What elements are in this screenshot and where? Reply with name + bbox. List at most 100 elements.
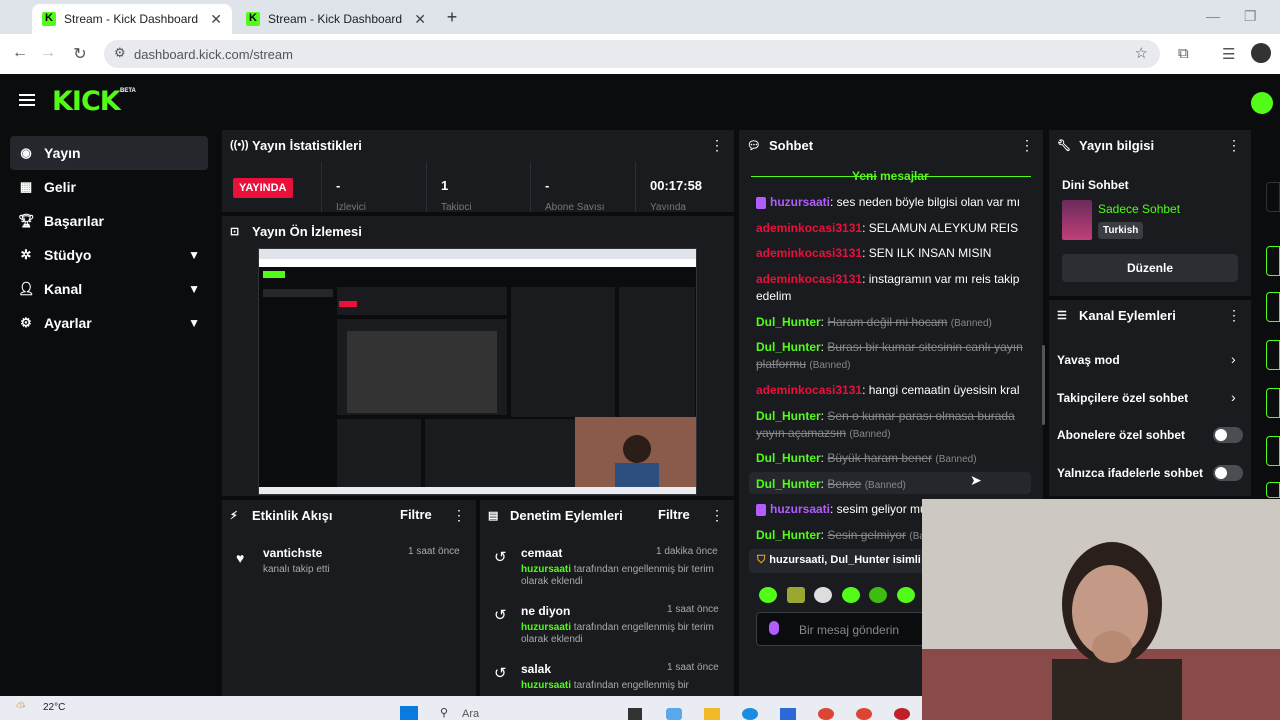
chevron-right-icon[interactable]: ›: [1231, 389, 1236, 405]
kick-header: KICK BETA: [0, 74, 1280, 126]
user-icon: 👤︎: [18, 281, 35, 296]
mic-badge-icon: [756, 503, 766, 516]
undo-icon[interactable]: ↺: [494, 664, 507, 682]
minimize-icon[interactable]: —: [1206, 8, 1220, 24]
chevron-down-icon[interactable]: ▼: [188, 282, 200, 296]
sidebar-item-label: Yayın: [44, 145, 81, 161]
sidebar-item-kanal[interactable]: 👤︎ Kanal ▼: [10, 272, 208, 306]
windows-start-icon[interactable]: [400, 706, 418, 720]
chevron-down-icon[interactable]: ▼: [188, 316, 200, 330]
edge-icon[interactable]: [742, 708, 758, 720]
sidebar: ◉ Yayın ▦ Gelir 🏆︎ Başarılar ✲ Stüdyo ▼ …: [0, 126, 218, 696]
more-options-icon[interactable]: ⋮: [1227, 137, 1241, 154]
side-toolbar-button[interactable]: [1266, 246, 1280, 276]
chrome-icon[interactable]: [818, 708, 834, 720]
back-icon[interactable]: ←: [10, 44, 30, 62]
site-info-icon[interactable]: ⚙: [114, 45, 126, 61]
reload-icon[interactable]: ↻: [70, 44, 90, 64]
side-toolbar-button[interactable]: [1266, 436, 1280, 466]
chat-scrollbar[interactable]: [1042, 345, 1045, 425]
emotes-only-toggle[interactable]: [1213, 465, 1243, 481]
undo-icon[interactable]: ↺: [494, 606, 507, 624]
restore-icon[interactable]: ❐: [1244, 8, 1257, 25]
more-options-icon[interactable]: ⋮: [1227, 307, 1241, 324]
more-options-icon[interactable]: ⋮: [452, 507, 466, 524]
app-icon[interactable]: [894, 708, 910, 720]
mod-time: 1 dakika önce: [656, 546, 718, 557]
stream-info-title: Yayın bilgisi: [1079, 137, 1155, 153]
kick-logo[interactable]: KICK: [52, 86, 121, 117]
extensions-icon[interactable]: ⧉: [1178, 45, 1189, 62]
activity-filter-button[interactable]: Filtre: [400, 507, 432, 522]
uptime-value: 00:17:58: [650, 178, 703, 193]
reading-list-icon[interactable]: ☰: [1222, 45, 1235, 63]
browser-tab-1[interactable]: Stream - Kick Dashboard ✕: [32, 4, 232, 34]
chevron-down-icon[interactable]: ▼: [188, 248, 200, 262]
user-avatar[interactable]: [1251, 92, 1273, 114]
store-icon[interactable]: [780, 708, 796, 720]
chat-input[interactable]: Bir mesaj gönderin: [756, 612, 926, 646]
undo-icon[interactable]: ↺: [494, 548, 507, 566]
sidebar-item-basarilar[interactable]: 🏆︎ Başarılar: [10, 204, 208, 238]
url-bar[interactable]: ⚙ dashboard.kick.com/stream ☆: [104, 40, 1160, 68]
bookmark-star-icon[interactable]: ☆: [1135, 44, 1148, 62]
side-toolbar-button[interactable]: [1266, 388, 1280, 418]
new-tab-button[interactable]: +: [441, 7, 463, 29]
emote-icon[interactable]: [759, 587, 777, 603]
chat-message: ademinkocasi3131: hangi cemaatin üyesisi…: [756, 383, 1020, 397]
moderation-panel: ▤ Denetim Eylemleri Filtre ⋮ ↺ cemaat 1 …: [480, 500, 734, 696]
close-tab-icon[interactable]: ✕: [414, 11, 426, 28]
hamburger-menu-icon[interactable]: [19, 94, 35, 106]
sidebar-item-yayin[interactable]: ◉ Yayın: [10, 136, 208, 170]
subscribers-only-toggle[interactable]: [1213, 427, 1243, 443]
divider: [426, 162, 427, 212]
mic-badge-icon: [756, 196, 766, 209]
emote-icon[interactable]: [842, 587, 860, 603]
sidebar-item-gelir[interactable]: ▦ Gelir: [10, 170, 208, 204]
more-options-icon[interactable]: ⋮: [710, 507, 724, 524]
side-toolbar-button[interactable]: [1266, 292, 1280, 322]
emote-icon[interactable]: [897, 587, 915, 603]
copilot-icon[interactable]: [666, 708, 682, 720]
emote-icon[interactable]: [869, 587, 887, 603]
taskbar-search[interactable]: Ara: [462, 708, 479, 720]
sidebar-item-ayarlar[interactable]: ⚙ Ayarlar ▼: [10, 306, 208, 340]
folder-icon[interactable]: [704, 708, 720, 720]
activity-user[interactable]: vantichste: [263, 546, 322, 560]
slow-mode-label[interactable]: Yavaş mod: [1057, 353, 1120, 367]
activity-title: Etkinlik Akışı: [252, 507, 333, 523]
side-toolbar-button[interactable]: [1266, 340, 1280, 370]
taskview-icon[interactable]: [628, 708, 642, 720]
profile-avatar[interactable]: [1251, 43, 1271, 63]
more-options-icon[interactable]: ⋮: [710, 137, 724, 154]
emote-icon[interactable]: [814, 587, 832, 603]
sidebar-item-label: Kanal: [44, 281, 83, 297]
forward-icon[interactable]: →: [38, 44, 58, 62]
wrench-icon: 🔧︎: [1057, 139, 1071, 152]
search-icon[interactable]: ⚲: [440, 706, 448, 719]
mod-word: ne diyon: [521, 604, 571, 618]
sidebar-item-label: Başarılar: [44, 213, 104, 229]
mic-badge-icon: [769, 621, 779, 635]
chrome-icon[interactable]: [856, 708, 872, 720]
mod-desc: huzursaati tarafından engellenmiş bir te…: [521, 564, 714, 587]
more-options-icon[interactable]: ⋮: [1020, 137, 1034, 154]
side-toolbar-button[interactable]: [1266, 182, 1280, 212]
side-toolbar-button[interactable]: [1266, 482, 1280, 498]
sidebar-item-studyo[interactable]: ✲ Stüdyo ▼: [10, 238, 208, 272]
close-tab-icon[interactable]: ✕: [210, 11, 222, 28]
followers-only-label[interactable]: Takipçilere özel sohbet: [1057, 391, 1188, 405]
activity-header: ⚡︎ Etkinlik Akışı: [222, 500, 476, 530]
weather-temp[interactable]: 22°C: [43, 702, 65, 713]
chat-message: ademinkocasi3131: SEN ILK INSAN MISIN: [756, 246, 992, 260]
moderation-filter-button[interactable]: Filtre: [658, 507, 690, 522]
chevron-right-icon[interactable]: ›: [1231, 351, 1236, 367]
sidebar-item-label: Ayarlar: [44, 315, 92, 331]
new-messages-label[interactable]: Yeni mesajlar: [852, 169, 929, 183]
browser-tab-2[interactable]: Stream - Kick Dashboard ✕: [236, 4, 436, 34]
chat-message: ademinkocasi3131: instagramın var mı rei…: [756, 272, 1020, 303]
stream-preview-video[interactable]: [258, 248, 697, 495]
edit-button[interactable]: Düzenle: [1062, 254, 1238, 282]
emote-icon[interactable]: [787, 587, 805, 603]
mod-time: 1 saat önce: [667, 662, 719, 673]
